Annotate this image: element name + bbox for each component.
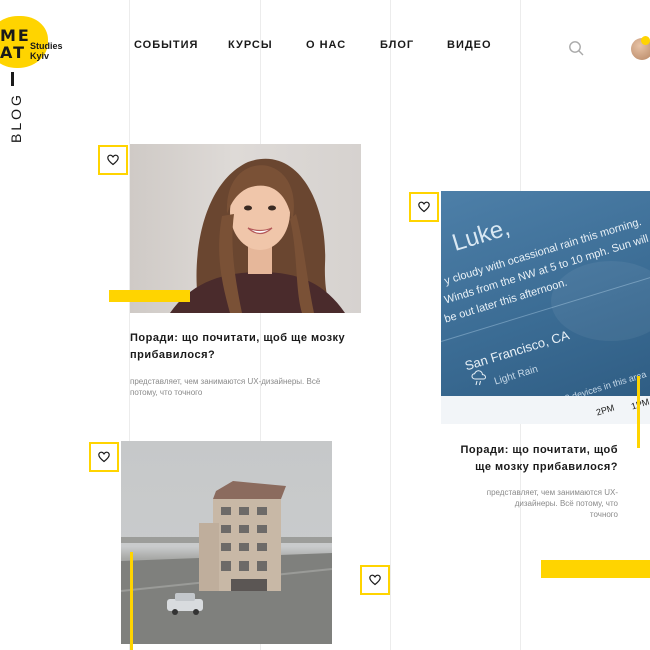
portrait-illustration bbox=[170, 158, 345, 313]
logo-subtitle-line: Kyiv bbox=[30, 51, 50, 61]
heart-icon bbox=[369, 574, 381, 586]
weather-city: San Francisco, CA bbox=[463, 327, 572, 374]
card-description: представляет, чем занимаются UX-дизайнер… bbox=[130, 377, 321, 397]
weather-greeting: Luke, bbox=[449, 213, 514, 257]
card-image-house[interactable] bbox=[121, 441, 332, 644]
accent-bar bbox=[130, 552, 133, 650]
nav-item-blog[interactable]: БЛОГ bbox=[380, 39, 414, 51]
phone-bottom-panel bbox=[441, 396, 650, 424]
like-button[interactable] bbox=[409, 192, 439, 222]
like-button[interactable] bbox=[89, 442, 119, 472]
like-button[interactable] bbox=[98, 145, 128, 175]
nav-item-events[interactable]: СОБЫТИЯ bbox=[134, 39, 198, 51]
weather-condition: Light Rain bbox=[493, 363, 540, 388]
notification-badge bbox=[641, 36, 650, 45]
accent-bar bbox=[541, 560, 650, 578]
heart-icon bbox=[107, 154, 119, 166]
search-icon[interactable] bbox=[568, 40, 584, 56]
page-section-label: BLOG bbox=[8, 92, 24, 143]
nav-item-courses[interactable]: КУРСЫ bbox=[228, 39, 273, 51]
nav-item-about[interactable]: О НАС bbox=[306, 39, 346, 51]
grid-line bbox=[390, 0, 391, 650]
house-illustration bbox=[121, 481, 332, 644]
accent-bar bbox=[637, 376, 640, 448]
like-button[interactable] bbox=[360, 565, 390, 595]
side-marker bbox=[11, 72, 14, 86]
card-title[interactable]: Поради: що почитати, щоб ще мозку прибав… bbox=[418, 442, 618, 476]
card-title[interactable]: Поради: що почитати, щоб ще мозку прибав… bbox=[130, 330, 370, 364]
heart-icon bbox=[418, 201, 430, 213]
card-image-portrait[interactable] bbox=[130, 144, 361, 313]
logo-subtitle-line: Studies bbox=[30, 41, 63, 51]
rain-cloud-icon bbox=[471, 370, 487, 386]
card-description: представляет, чем занимаются UX- дизайне… bbox=[486, 488, 618, 519]
nav-item-video[interactable]: ВИДЕО bbox=[447, 39, 492, 51]
card-image-weather[interactable]: Luke, y cloudy with ocassional rain this… bbox=[441, 191, 650, 424]
logo[interactable]: ME AT Studies Kyiv bbox=[0, 16, 70, 72]
logo-mark: ME AT bbox=[0, 26, 31, 62]
accent-bar bbox=[109, 290, 190, 302]
logo-subtitle: Studies Kyiv bbox=[30, 41, 63, 61]
heart-icon bbox=[98, 451, 110, 463]
